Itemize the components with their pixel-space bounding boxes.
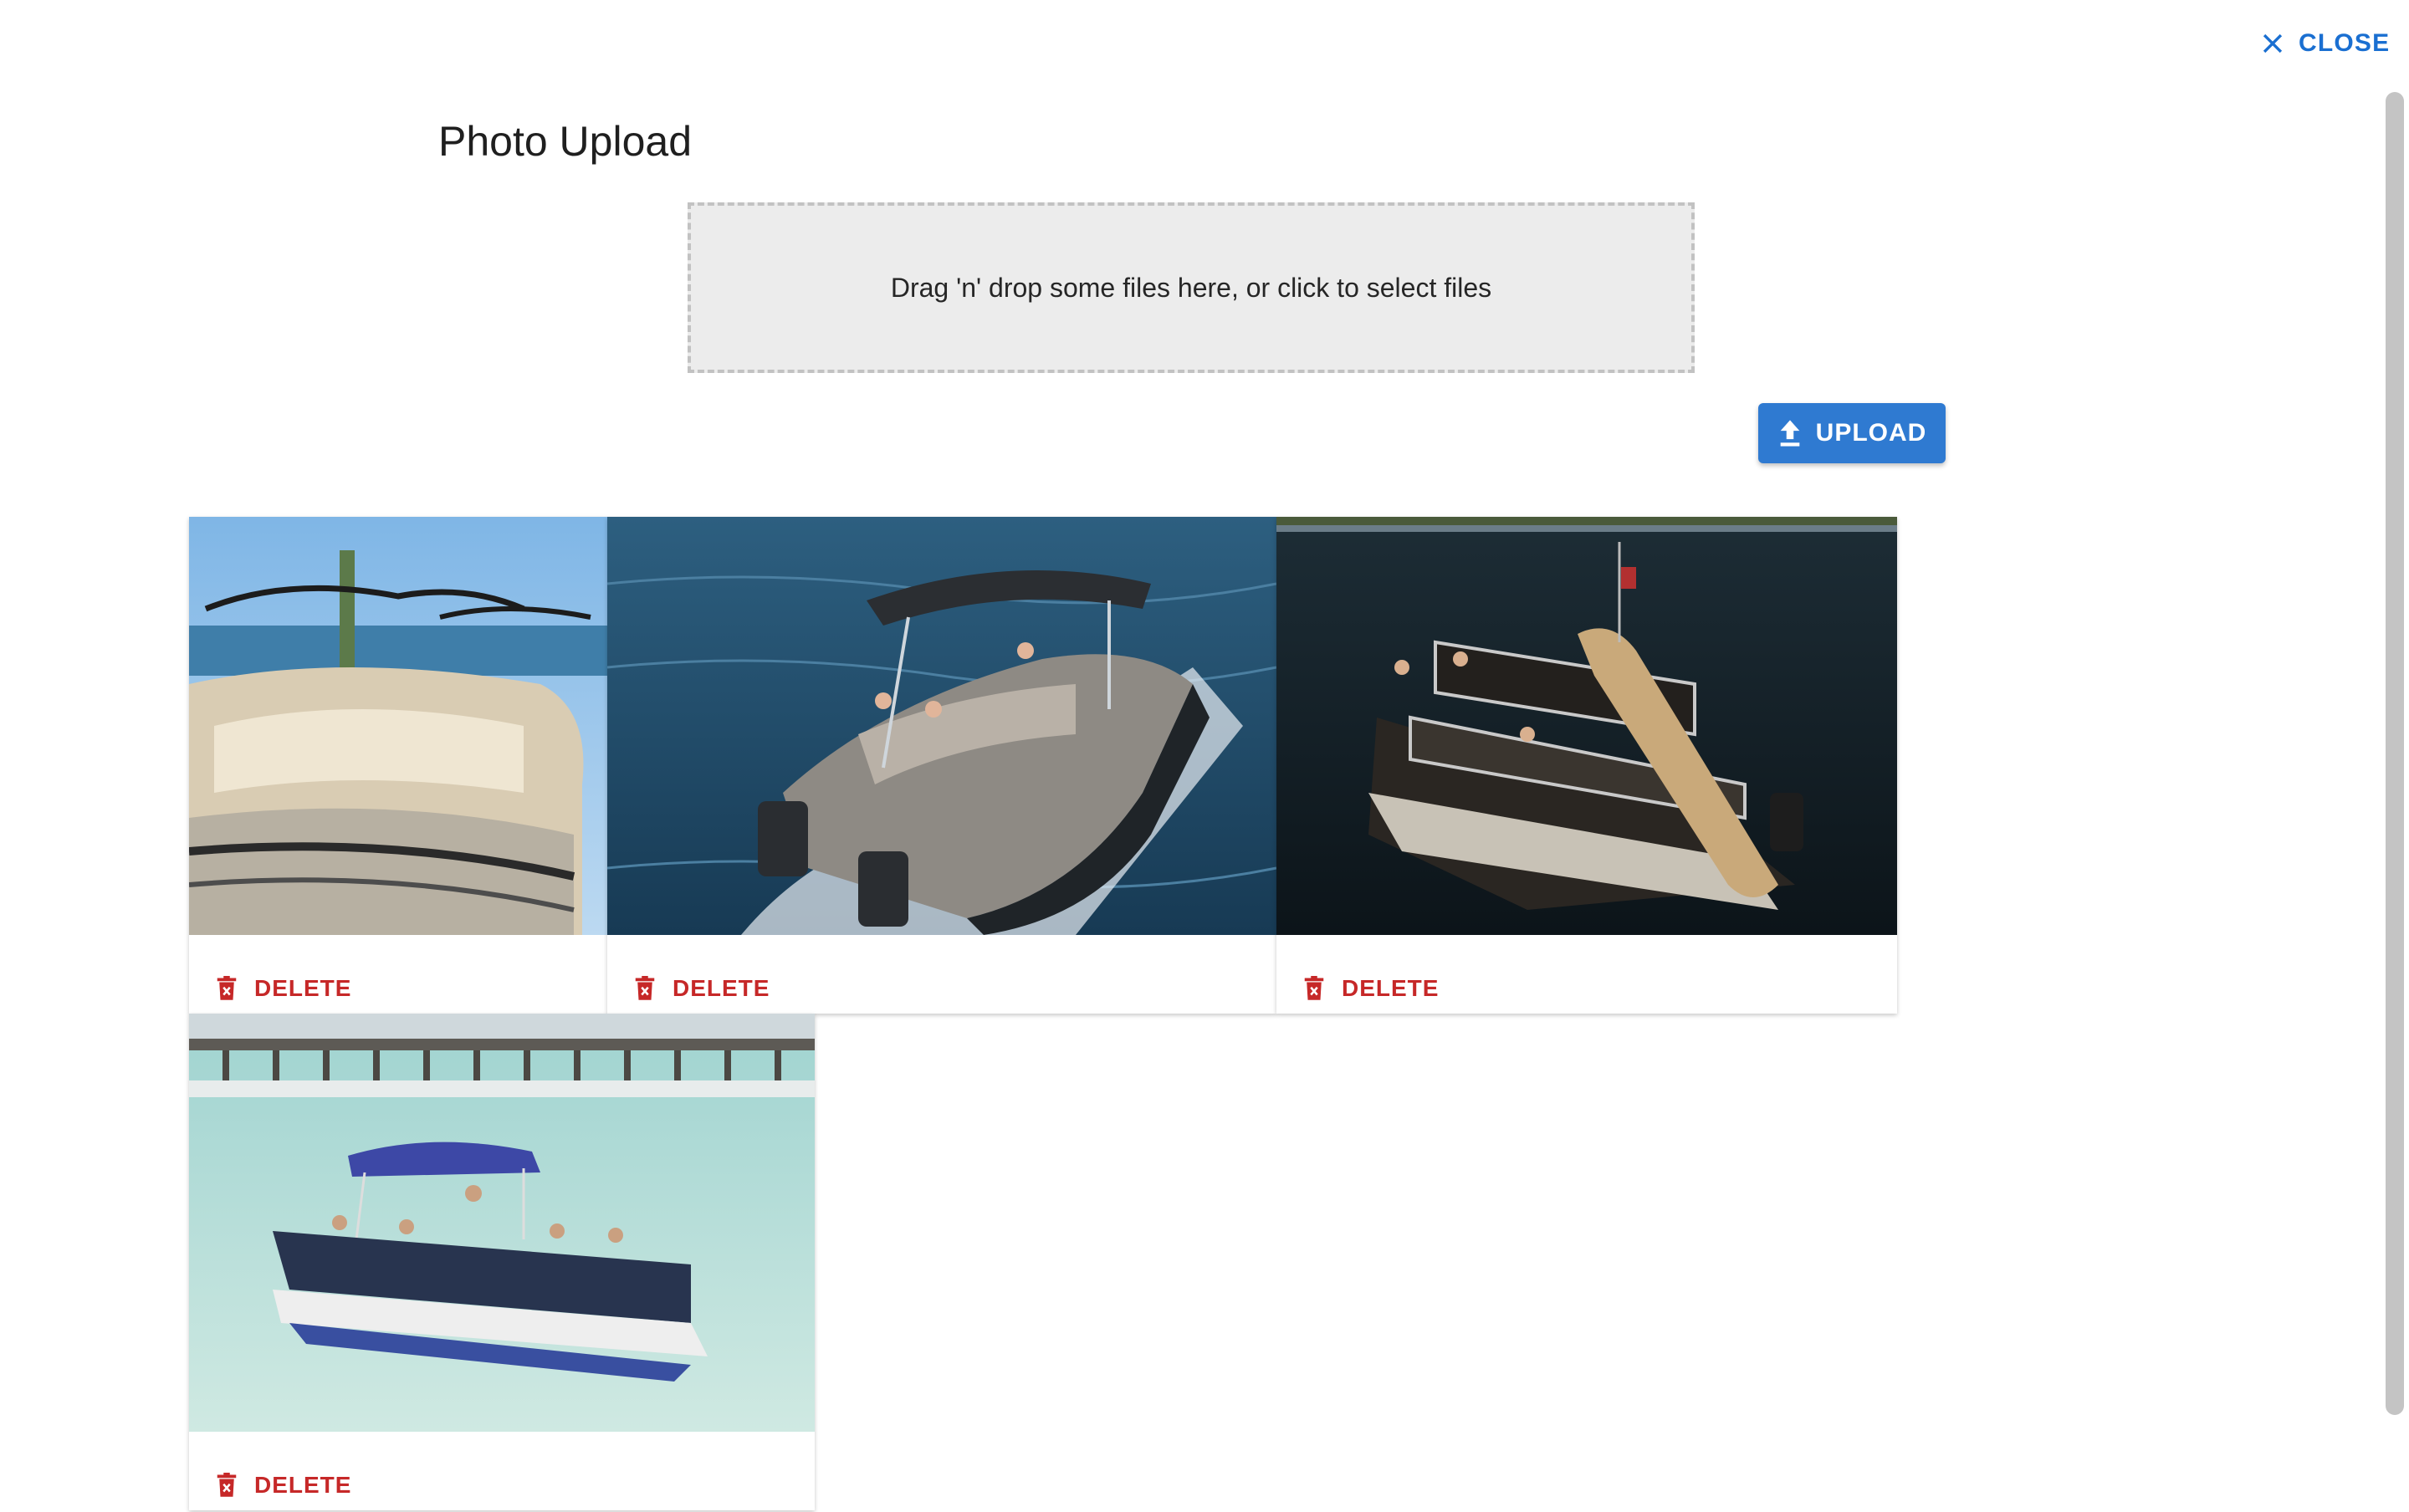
photo-image <box>189 517 607 935</box>
scrollbar[interactable] <box>2386 92 2404 1415</box>
upload-button[interactable]: UPLOAD <box>1758 403 1946 463</box>
delete-label: DELETE <box>673 975 770 1001</box>
dropzone-text: Drag 'n' drop some files here, or click … <box>890 272 1492 303</box>
delete-label: DELETE <box>1342 975 1440 1001</box>
close-button[interactable]: CLOSE <box>2258 23 2392 64</box>
trash-icon <box>217 976 237 1000</box>
trash-icon <box>217 1473 237 1497</box>
close-label: CLOSE <box>2299 29 2391 57</box>
page-title: Photo Upload <box>438 118 693 165</box>
photo-card: DELETE <box>1276 517 1897 1014</box>
delete-button[interactable]: DELETE <box>207 962 360 1015</box>
file-dropzone[interactable]: Drag 'n' drop some files here, or click … <box>688 202 1695 373</box>
photo-card: DELETE <box>607 517 1276 1014</box>
delete-label: DELETE <box>254 975 352 1001</box>
close-icon <box>2263 33 2283 54</box>
photo-image <box>1276 517 1897 935</box>
photo-card: DELETE <box>189 517 607 1014</box>
delete-button[interactable]: DELETE <box>1295 962 1447 1015</box>
upload-label: UPLOAD <box>1815 419 1927 447</box>
trash-icon <box>1304 976 1324 1000</box>
delete-button[interactable]: DELETE <box>207 1458 360 1512</box>
upload-icon <box>1780 420 1799 447</box>
photo-image <box>189 1014 815 1432</box>
delete-label: DELETE <box>254 1472 352 1498</box>
photo-image <box>607 517 1276 935</box>
trash-icon <box>635 976 655 1000</box>
delete-button[interactable]: DELETE <box>626 962 778 1015</box>
photo-card: DELETE <box>189 1014 815 1510</box>
